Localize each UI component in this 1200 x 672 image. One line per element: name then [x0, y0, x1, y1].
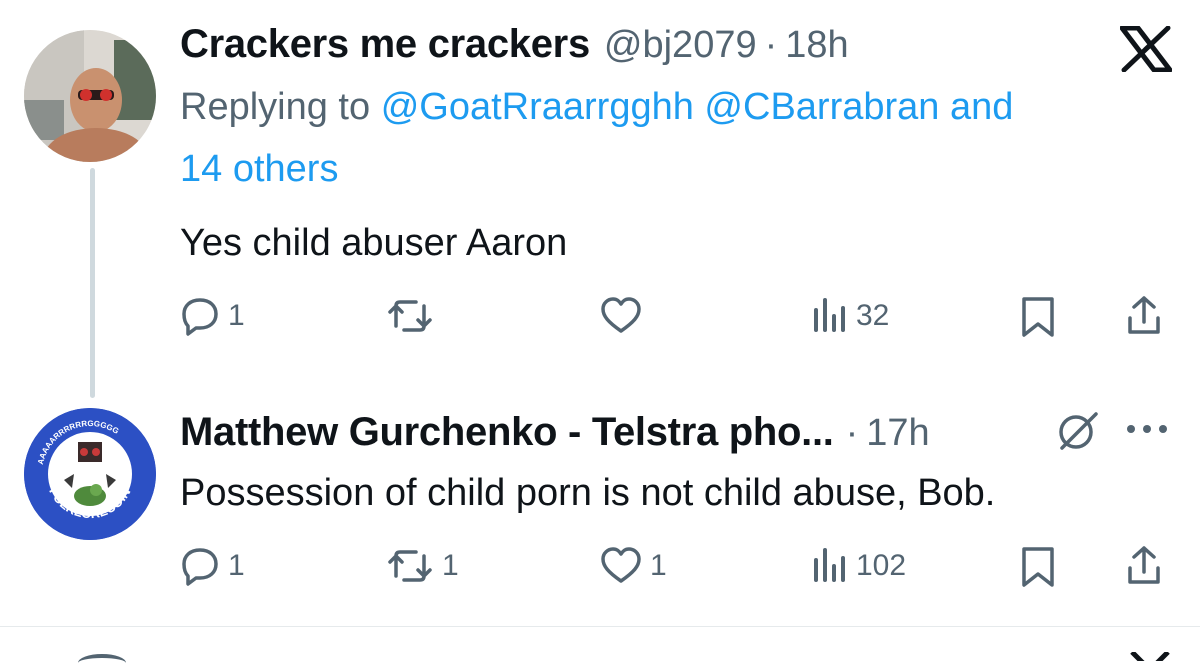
repost-button[interactable]	[386, 296, 442, 336]
reply-button[interactable]: 1	[180, 296, 245, 336]
reply-icon	[182, 298, 218, 336]
repost-icon	[388, 550, 432, 582]
repost-count: 1	[442, 549, 459, 582]
views-button[interactable]: 32	[812, 296, 889, 336]
views-icon	[814, 298, 845, 332]
heart-icon	[601, 297, 641, 333]
share-icon	[1128, 546, 1160, 584]
share-button[interactable]	[1124, 544, 1164, 586]
view-count: 32	[856, 299, 890, 332]
mention-cbarrabran[interactable]: @CBarrabran	[704, 86, 939, 128]
divider	[0, 626, 1200, 627]
timestamp[interactable]: 17h	[866, 412, 929, 455]
display-name[interactable]: Matthew Gurchenko - Telstra pho...	[180, 410, 834, 455]
share-button[interactable]	[1124, 294, 1164, 336]
view-count: 102	[856, 549, 907, 582]
folklorecoin-logo: AAAAARRRRRRGGGGG FOLKLORECOIN	[24, 408, 156, 540]
tweet-text: Yes child abuser Aaron	[180, 222, 568, 264]
tweet1-header: Crackers me crackers @bj2079 · 18h	[180, 22, 849, 67]
reply-button[interactable]: 1	[180, 546, 245, 586]
views-button[interactable]: 102	[812, 546, 906, 586]
bookmark-button[interactable]	[1018, 546, 1058, 588]
avatar[interactable]: AAAAARRRRRRGGGGG FOLKLORECOIN	[24, 408, 156, 540]
bookmark-button[interactable]	[1018, 296, 1058, 338]
separator-dot: ·	[764, 24, 778, 66]
thread-line	[90, 168, 95, 398]
reply-count: 1	[228, 299, 245, 332]
heart-icon	[601, 547, 641, 583]
timestamp[interactable]: 18h	[785, 24, 848, 67]
handle[interactable]: @bj2079	[604, 24, 757, 67]
reply-icon	[182, 548, 218, 586]
share-icon	[1128, 296, 1160, 334]
replying-to: Replying to @GoatRraarrgghh @CBarrabran …	[180, 86, 1013, 129]
reply-count: 1	[228, 549, 245, 582]
avatar-photo	[24, 30, 156, 162]
next-tweet-x-logo-edge	[1130, 652, 1170, 661]
like-button[interactable]	[600, 296, 650, 336]
bookmark-icon	[1022, 547, 1054, 587]
bookmark-icon	[1022, 297, 1054, 337]
tweet2-header: Matthew Gurchenko - Telstra pho... · 17h	[180, 410, 930, 455]
tweet-text: Possession of child porn is not child ab…	[180, 472, 996, 514]
next-tweet-avatar-edge	[78, 654, 126, 672]
separator-dot: ·	[845, 412, 859, 454]
display-name[interactable]: Crackers me crackers	[180, 22, 590, 67]
repost-icon	[388, 300, 432, 332]
and-text[interactable]: and	[950, 86, 1013, 128]
replying-prefix: Replying to	[180, 86, 371, 128]
x-logo-icon[interactable]	[1119, 25, 1173, 77]
like-count: 1	[650, 549, 667, 582]
others-link[interactable]: 14 others	[180, 148, 338, 191]
like-button[interactable]: 1	[600, 546, 667, 586]
views-icon	[814, 548, 845, 582]
more-options-icon[interactable]	[1124, 422, 1170, 441]
grok-icon[interactable]	[1056, 410, 1100, 457]
avatar[interactable]	[24, 30, 156, 162]
repost-button[interactable]: 1	[386, 546, 459, 586]
mention-goat[interactable]: @GoatRraarrgghh	[381, 86, 694, 128]
